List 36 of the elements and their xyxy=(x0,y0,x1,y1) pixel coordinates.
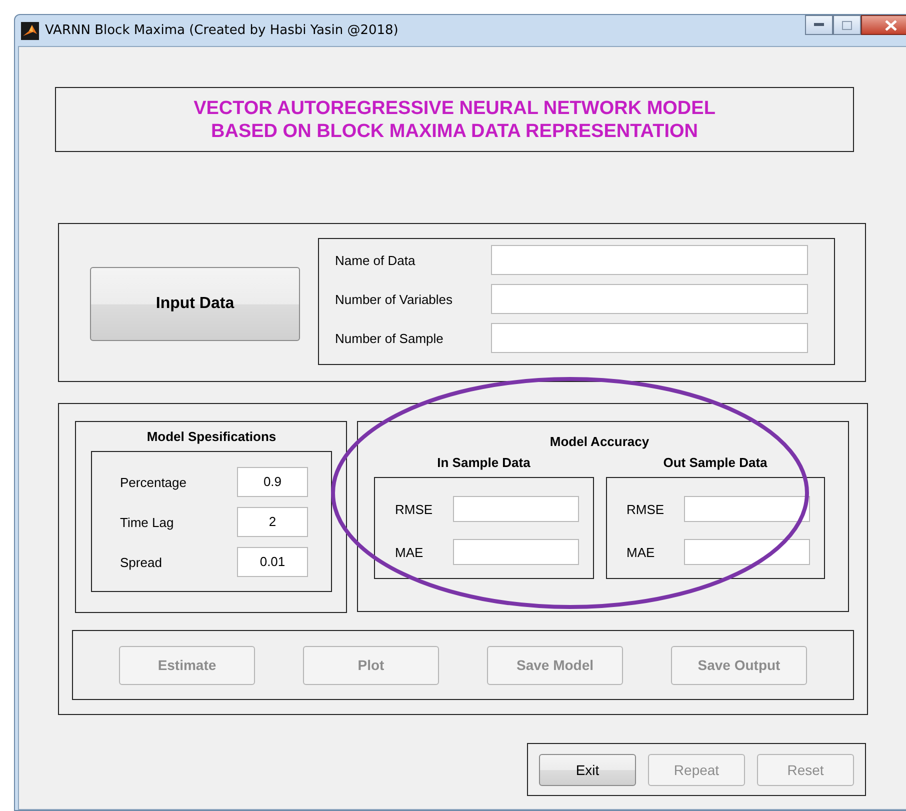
field-label: RMSE xyxy=(395,502,433,516)
input-field[interactable] xyxy=(684,496,810,522)
app-icon xyxy=(21,22,39,40)
field-label: Time Lag xyxy=(120,514,174,530)
window-title: VARNN Block Maxima (Created by Hasbi Yasin @2018) xyxy=(45,23,398,38)
maximize-button[interactable] xyxy=(833,15,861,35)
heading-line: BASED ON BLOCK MAXIMA DATA REPRESENTATION xyxy=(211,120,698,142)
minimize-button[interactable] xyxy=(805,15,833,35)
bottom-button[interactable]: Exit xyxy=(539,754,636,786)
close-icon xyxy=(885,20,897,30)
minimize-icon xyxy=(814,23,824,27)
input-field[interactable]: 2 xyxy=(237,507,308,537)
input-field[interactable] xyxy=(452,496,578,522)
field-label: RMSE xyxy=(626,502,664,516)
close-button[interactable] xyxy=(861,15,906,35)
input-field[interactable] xyxy=(491,245,808,275)
input-field[interactable] xyxy=(452,539,578,565)
panel-title: Model Accuracy xyxy=(550,434,650,449)
field-label: Number of Sample xyxy=(335,330,444,346)
input-field[interactable]: 0.01 xyxy=(237,547,308,577)
input-field[interactable] xyxy=(491,323,808,353)
field-label: MAE xyxy=(626,544,655,560)
panel-title: Model Spesifications xyxy=(146,429,276,444)
field-label: Spread xyxy=(120,554,162,570)
input-field[interactable] xyxy=(491,284,808,314)
field-label: Name of Data xyxy=(335,252,416,268)
group-title: Out Sample Data xyxy=(663,455,768,470)
field-label: Percentage xyxy=(120,474,186,490)
group-title: In Sample Data xyxy=(437,455,530,470)
heading-line: VECTOR AUTOREGRESSIVE NEURAL NETWORK MODEL xyxy=(194,96,716,120)
field-label: MAE xyxy=(395,544,424,560)
input-field[interactable]: 0.9 xyxy=(237,467,308,497)
field-label: Number of Variables xyxy=(335,292,453,306)
input-data-button[interactable]: Input Data xyxy=(90,267,300,341)
maximize-icon xyxy=(842,20,852,30)
input-field[interactable] xyxy=(684,539,810,565)
